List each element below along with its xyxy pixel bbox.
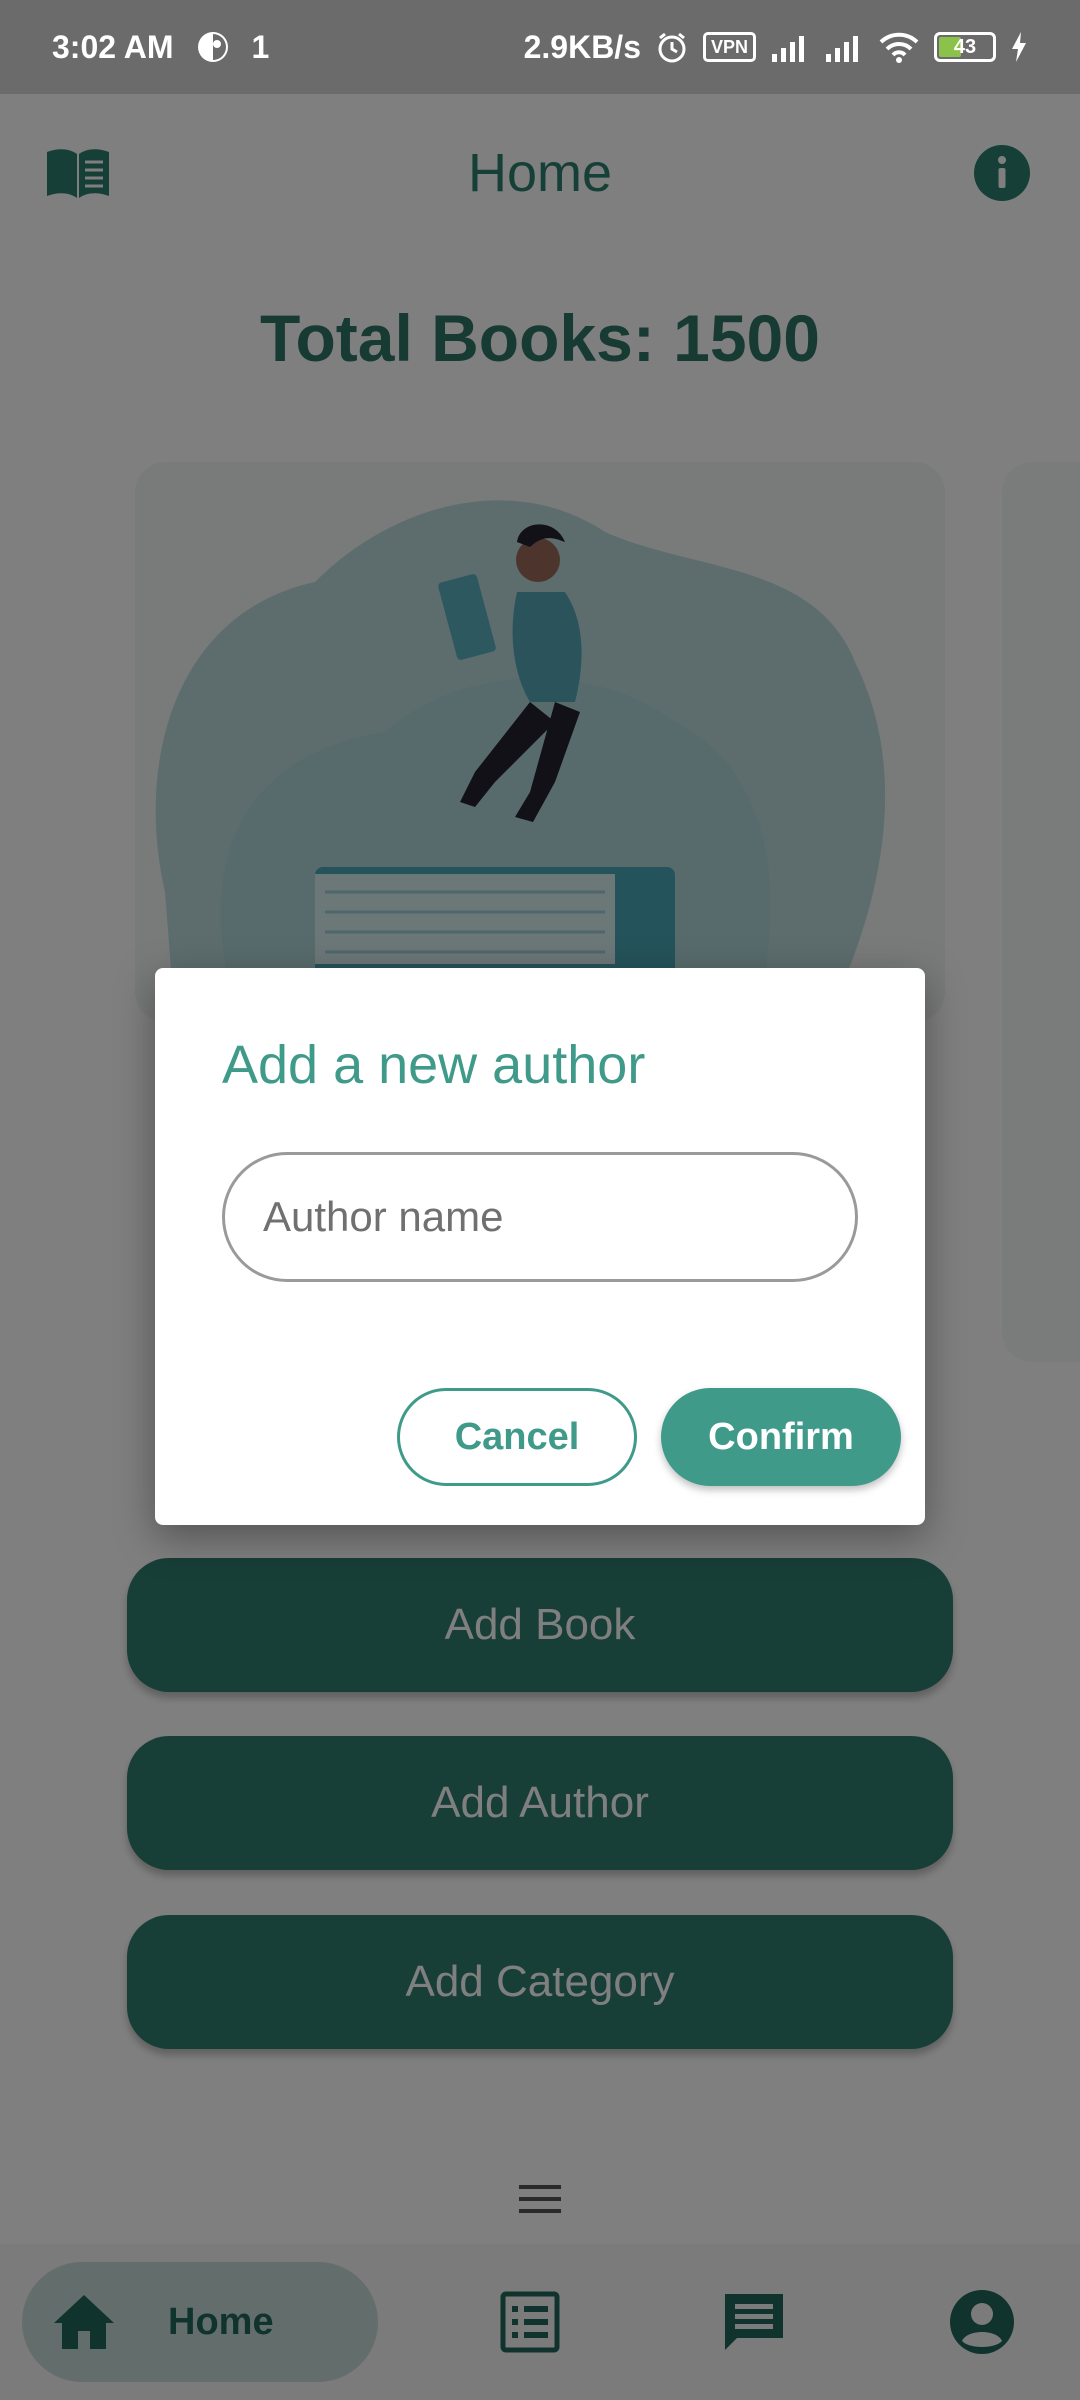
alarm-icon xyxy=(655,30,689,64)
battery-icon: 43 xyxy=(934,32,996,62)
cancel-button[interactable]: Cancel xyxy=(397,1388,637,1486)
charging-bolt-icon xyxy=(1010,32,1028,62)
status-time: 3:02 AM xyxy=(52,28,174,65)
vpn-badge: VPN xyxy=(702,32,756,62)
status-bar: 3:02 AM 1 2.9KB/s VPN 43 xyxy=(0,0,1080,94)
battery-level: 43 xyxy=(953,35,977,58)
notification-count: 1 xyxy=(251,28,270,65)
network-speed: 2.9KB/s xyxy=(523,28,641,65)
signal-icon-2 xyxy=(824,32,864,62)
signal-icon xyxy=(770,32,810,62)
wifi-icon xyxy=(878,31,920,63)
dialog-title: Add a new author xyxy=(222,1035,646,1095)
app-notification-icon xyxy=(196,30,230,64)
add-author-dialog: Add a new author Cancel Confirm xyxy=(155,968,925,1525)
confirm-button[interactable]: Confirm xyxy=(661,1388,901,1486)
author-name-input[interactable] xyxy=(222,1152,858,1282)
